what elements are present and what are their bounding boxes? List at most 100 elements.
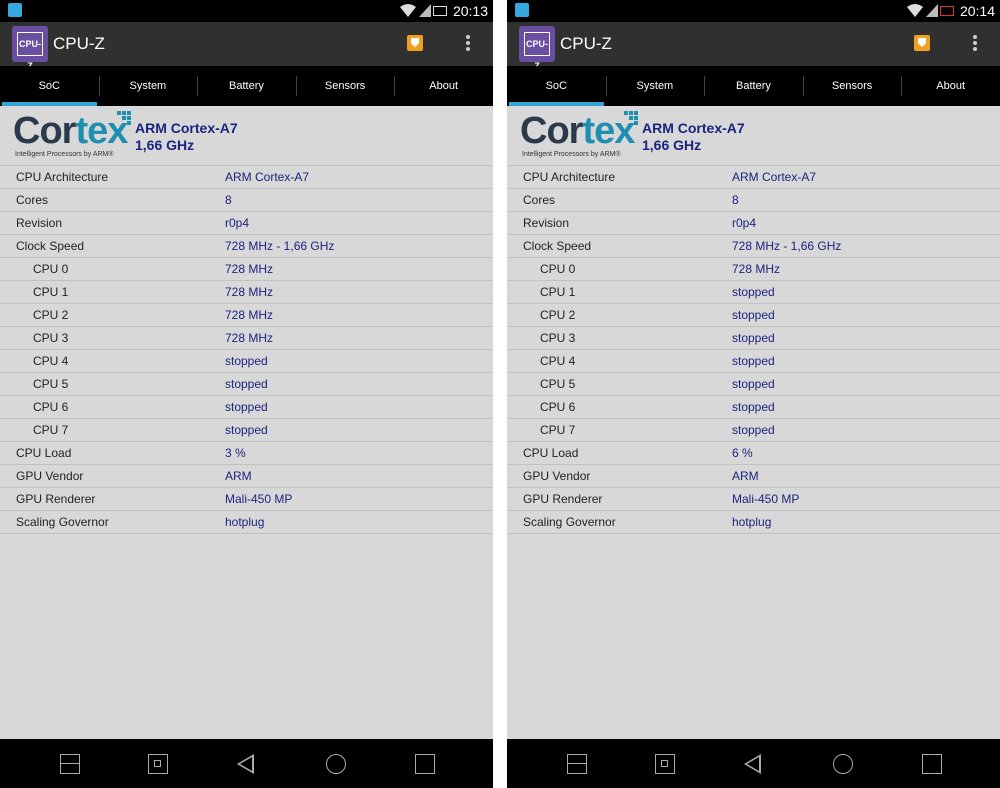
battery-icon xyxy=(940,6,954,16)
soc-panel: Cortex Intelligent Processors by ARM® AR… xyxy=(0,106,493,739)
app-icon: CPU-Z xyxy=(12,26,48,71)
table-row: Clock Speed 728 MHz - 1,66 GHz xyxy=(507,235,1000,258)
signal-icon xyxy=(926,4,938,17)
row-value: stopped xyxy=(225,377,268,391)
phone-screen-right: 20:14 CPU-Z CPU-Z SoC System Battery Sen… xyxy=(507,0,1000,788)
table-row: CPU Load 6 % xyxy=(507,442,1000,465)
table-row: CPU 2 stopped xyxy=(507,304,1000,327)
info-table: CPU Architecture ARM Cortex-A7 Cores 8 Revis… xyxy=(0,166,493,534)
table-row: CPU 7 stopped xyxy=(507,419,1000,442)
notification-icon xyxy=(8,3,22,17)
cortex-logo-tagline: Intelligent Processors by ARM® xyxy=(522,151,621,158)
tab-soc[interactable]: SoC xyxy=(507,66,606,106)
tab-sensors[interactable]: Sensors xyxy=(802,66,902,106)
table-row: CPU 6 stopped xyxy=(0,396,493,419)
home-icon[interactable] xyxy=(326,754,346,774)
tab-battery[interactable]: Battery xyxy=(197,66,296,106)
row-label: CPU 7 xyxy=(33,423,69,437)
notification-icon xyxy=(515,3,529,17)
table-row: CPU 0 728 MHz xyxy=(0,258,493,281)
table-row: CPU 6 stopped xyxy=(507,396,1000,419)
back-icon[interactable] xyxy=(237,754,254,774)
table-row: CPU 4 stopped xyxy=(0,350,493,373)
back-icon[interactable] xyxy=(744,754,761,774)
recent-apps-icon[interactable] xyxy=(415,754,435,774)
table-row: GPU Vendor ARM xyxy=(0,465,493,488)
row-label: CPU 6 xyxy=(33,400,69,414)
row-value: stopped xyxy=(225,354,268,368)
row-label: CPU Load xyxy=(523,446,579,460)
tab-system[interactable]: System xyxy=(605,66,705,106)
tab-system[interactable]: System xyxy=(98,66,198,106)
app-icon-label: CPU-Z xyxy=(524,32,550,71)
row-label: CPU 2 xyxy=(33,308,69,322)
row-value: stopped xyxy=(732,331,775,345)
row-label: GPU Renderer xyxy=(16,492,96,506)
row-label: CPU 1 xyxy=(540,285,576,299)
row-value: 728 MHz - 1,66 GHz xyxy=(732,239,842,253)
row-value: ARM Cortex-A7 xyxy=(732,170,817,184)
table-row: CPU Load 3 % xyxy=(0,442,493,465)
tab-battery[interactable]: Battery xyxy=(704,66,803,106)
split-screen-icon[interactable] xyxy=(60,754,80,774)
soc-header: Cortex Intelligent Processors by ARM® AR… xyxy=(0,106,493,166)
row-label: CPU Architecture xyxy=(16,170,109,184)
row-value: 8 xyxy=(732,193,739,207)
row-value: r0p4 xyxy=(225,216,250,230)
row-value: 728 MHz xyxy=(225,308,274,322)
tab-about[interactable]: About xyxy=(901,66,1000,106)
table-row: GPU Vendor ARM xyxy=(507,465,1000,488)
recent-apps-icon[interactable] xyxy=(922,754,942,774)
row-label: GPU Renderer xyxy=(523,492,603,506)
screenshot-icon[interactable] xyxy=(148,754,168,774)
row-label: CPU 5 xyxy=(540,377,576,391)
cpu-name: ARM Cortex-A7 xyxy=(135,120,238,136)
overflow-menu-icon[interactable] xyxy=(465,35,471,53)
row-value: 728 MHz - 1,66 GHz xyxy=(225,239,335,253)
row-label: CPU 3 xyxy=(540,331,576,345)
row-label: CPU 1 xyxy=(33,285,69,299)
row-value: stopped xyxy=(732,285,775,299)
row-value: stopped xyxy=(732,377,775,391)
cpu-name: ARM Cortex-A7 xyxy=(642,120,745,136)
navigation-bar xyxy=(507,739,1000,788)
table-row: Cores 8 xyxy=(507,189,1000,212)
table-row: CPU 5 stopped xyxy=(0,373,493,396)
row-value: 3 % xyxy=(225,446,246,460)
cortex-logo-mark xyxy=(624,111,638,125)
split-screen-icon[interactable] xyxy=(567,754,587,774)
row-label: Scaling Governor xyxy=(523,515,616,529)
row-label: GPU Vendor xyxy=(16,469,84,483)
row-value: hotplug xyxy=(225,515,265,529)
row-label: CPU 6 xyxy=(540,400,576,414)
row-value: Mali-450 MP xyxy=(732,492,800,506)
table-row: GPU Renderer Mali-450 MP xyxy=(0,488,493,511)
row-label: Cores xyxy=(16,193,49,207)
tab-sensors[interactable]: Sensors xyxy=(295,66,395,106)
table-row: CPU 2 728 MHz xyxy=(0,304,493,327)
row-label: CPU 7 xyxy=(540,423,576,437)
cortex-logo-word: Cortex xyxy=(520,110,635,152)
row-value: stopped xyxy=(732,423,775,437)
table-row: Scaling Governor hotplug xyxy=(507,511,1000,534)
row-label: CPU Load xyxy=(16,446,72,460)
navigation-bar xyxy=(0,739,493,788)
overflow-menu-icon[interactable] xyxy=(972,35,978,53)
row-label: CPU Architecture xyxy=(523,170,616,184)
app-bar: CPU-Z CPU-Z xyxy=(0,22,493,71)
share-icon[interactable] xyxy=(914,35,930,51)
home-icon[interactable] xyxy=(833,754,853,774)
app-icon: CPU-Z xyxy=(519,26,555,71)
row-value: 728 MHz xyxy=(225,331,274,345)
cortex-logo-mark xyxy=(117,111,131,125)
table-row: Scaling Governor hotplug xyxy=(0,511,493,534)
share-icon[interactable] xyxy=(407,35,423,51)
row-label: Revision xyxy=(523,216,570,230)
row-label: Clock Speed xyxy=(16,239,85,253)
row-label: Revision xyxy=(16,216,63,230)
tab-about[interactable]: About xyxy=(394,66,493,106)
screenshot-icon[interactable] xyxy=(655,754,675,774)
row-value: ARM xyxy=(732,469,759,483)
table-row: CPU 0 728 MHz xyxy=(507,258,1000,281)
tab-soc[interactable]: SoC xyxy=(0,66,99,106)
